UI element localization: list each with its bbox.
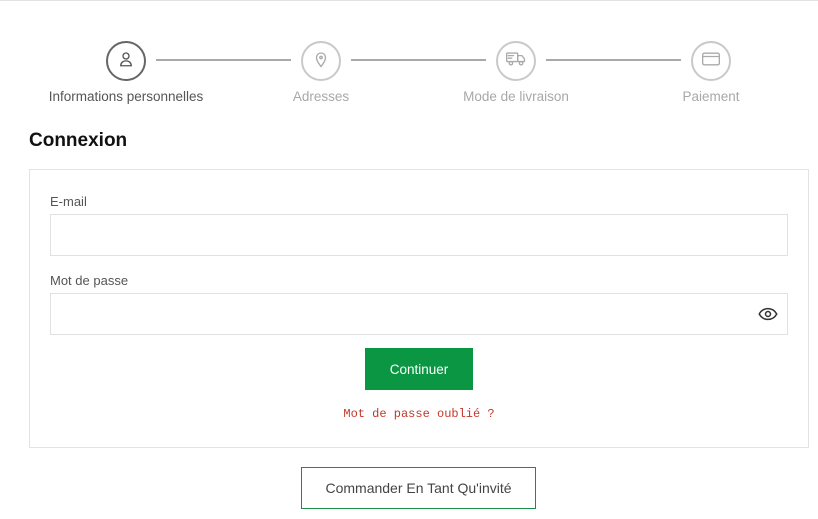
show-password-icon[interactable] — [758, 304, 778, 324]
map-pin-icon — [312, 50, 330, 73]
step-delivery[interactable] — [496, 41, 536, 81]
continue-button[interactable]: Continuer — [365, 348, 473, 390]
email-label: E-mail — [50, 194, 87, 209]
password-field[interactable] — [50, 293, 788, 335]
step-payment[interactable] — [691, 41, 731, 81]
email-field[interactable] — [50, 214, 788, 256]
step-label-payment: Paiement — [682, 89, 740, 104]
guest-checkout-button[interactable]: Commander En Tant Qu'invité — [301, 467, 536, 509]
step-label-addresses: Adresses — [292, 89, 350, 104]
step-label-personal-info: Informations personnelles — [48, 89, 204, 104]
truck-icon — [505, 50, 527, 73]
login-form: E-mail Mot de passe Continuer Mot de pas… — [29, 169, 809, 448]
forgot-password-link[interactable]: Mot de passe oublié ? — [30, 407, 808, 421]
step-connector — [156, 59, 291, 61]
credit-card-icon — [701, 51, 721, 72]
step-label-delivery: Mode de livraison — [463, 89, 569, 104]
login-title: Connexion — [29, 130, 128, 151]
password-label: Mot de passe — [50, 273, 129, 288]
step-personal-info[interactable] — [106, 41, 146, 81]
step-addresses[interactable] — [301, 41, 341, 81]
step-connector — [546, 59, 681, 61]
step-connector — [351, 59, 486, 61]
top-divider — [0, 0, 818, 1]
user-icon — [117, 50, 135, 73]
